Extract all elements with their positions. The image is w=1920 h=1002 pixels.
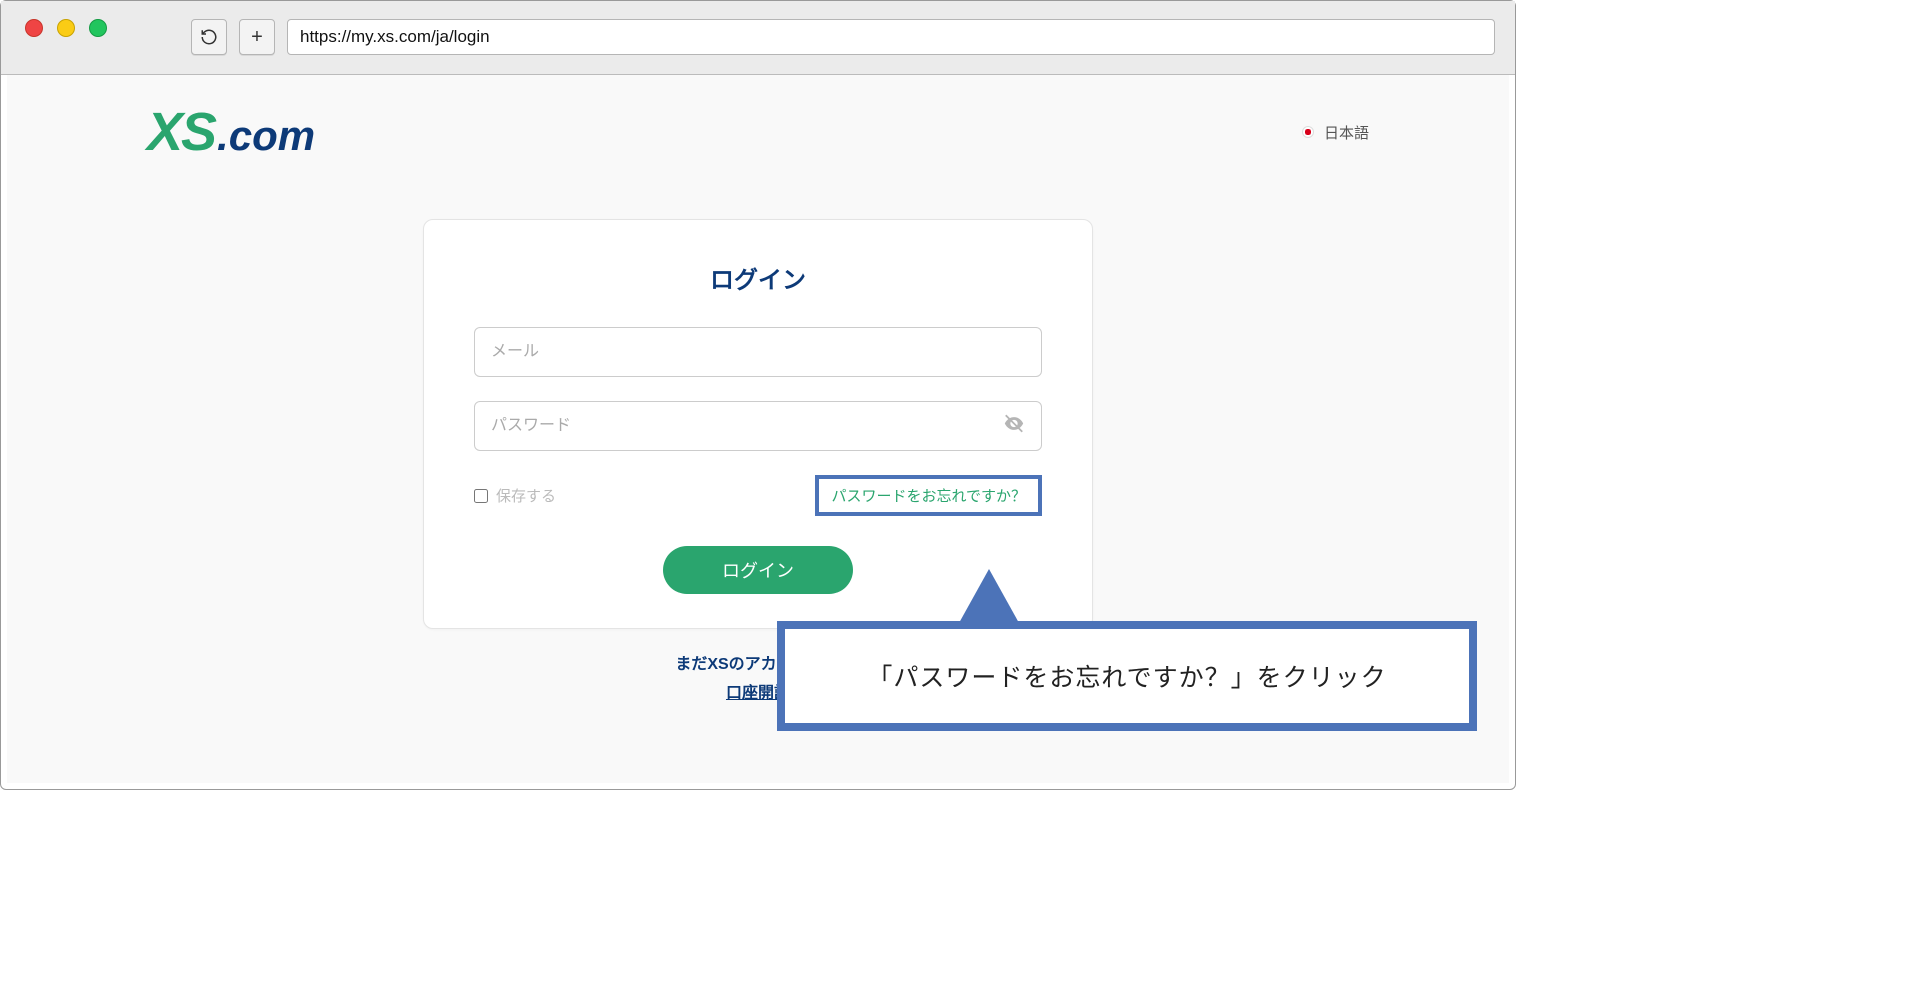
eye-off-icon xyxy=(1003,413,1025,435)
remember-me[interactable]: 保存する xyxy=(474,485,556,506)
plus-icon: + xyxy=(251,26,263,49)
site-logo[interactable]: XS .com xyxy=(147,105,315,159)
window-controls xyxy=(25,19,107,37)
remember-checkbox[interactable] xyxy=(474,489,488,503)
page-body: XS .com 日本語 ログイン 保存する xyxy=(7,75,1509,783)
email-field[interactable] xyxy=(491,328,1025,376)
instruction-text: 「パスワードをお忘れですか？」をクリック xyxy=(867,658,1386,694)
reload-icon xyxy=(200,28,218,46)
close-window-icon[interactable] xyxy=(25,19,43,37)
new-tab-button[interactable]: + xyxy=(239,19,275,55)
language-label: 日本語 xyxy=(1324,122,1369,143)
email-field-wrap xyxy=(474,327,1042,377)
callout-arrow-icon xyxy=(959,569,1019,623)
login-options-row: 保存する パスワードをお忘れですか？ xyxy=(474,475,1042,516)
minimize-window-icon[interactable] xyxy=(57,19,75,37)
url-bar[interactable]: https://my.xs.com/ja/login xyxy=(287,19,1495,55)
forgot-password-link[interactable]: パスワードをお忘れですか？ xyxy=(831,488,1026,505)
japan-flag-icon xyxy=(1302,126,1314,138)
reload-button[interactable] xyxy=(191,19,227,55)
browser-chrome: + https://my.xs.com/ja/login xyxy=(1,1,1515,75)
login-card: ログイン 保存する パスワードをお忘れですか？ ログイン xyxy=(423,219,1093,629)
password-field-wrap xyxy=(474,401,1042,451)
language-switcher[interactable]: 日本語 xyxy=(1302,122,1369,143)
toggle-password-visibility-icon[interactable] xyxy=(1003,413,1025,440)
url-text: https://my.xs.com/ja/login xyxy=(300,27,490,47)
login-button[interactable]: ログイン xyxy=(663,546,853,594)
forgot-password-highlight: パスワードをお忘れですか？ xyxy=(815,475,1042,516)
login-title: ログイン xyxy=(474,260,1042,295)
password-field[interactable] xyxy=(491,402,1025,450)
instruction-callout: 「パスワードをお忘れですか？」をクリック xyxy=(777,621,1477,731)
remember-label: 保存する xyxy=(496,485,556,506)
page-topbar: XS .com 日本語 xyxy=(7,75,1509,159)
maximize-window-icon[interactable] xyxy=(89,19,107,37)
logo-com-text: .com xyxy=(217,115,315,157)
logo-xs-text: XS xyxy=(147,105,215,159)
